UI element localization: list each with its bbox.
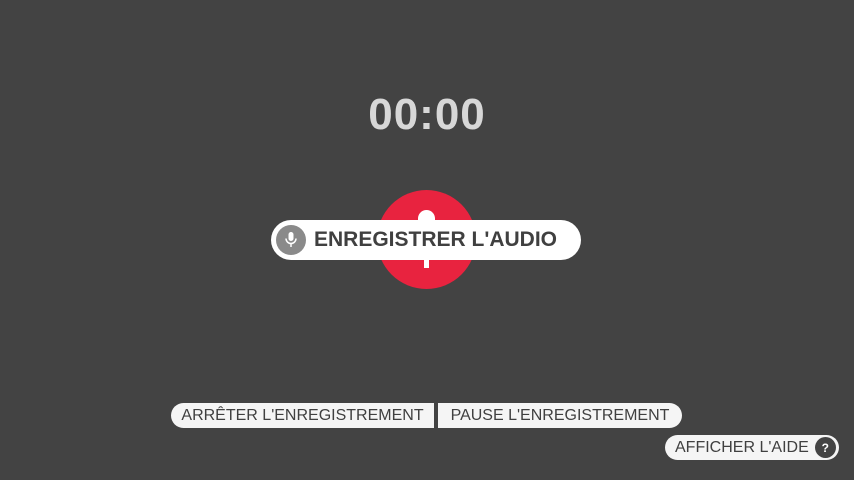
pause-recording-button[interactable]: PAUSE L'ENREGISTREMENT (438, 403, 682, 428)
recording-controls: ARRÊTER L'ENREGISTREMENT PAUSE L'ENREGIS… (171, 403, 682, 428)
show-help-label: AFFICHER L'AIDE (675, 438, 809, 456)
show-help-button[interactable]: AFFICHER L'AIDE ? (665, 435, 839, 460)
record-audio-button[interactable]: ENREGISTRER L'AUDIO (271, 220, 581, 260)
microphone-icon (276, 225, 306, 255)
timer-display: 00:00 (368, 90, 486, 139)
record-audio-label: ENREGISTRER L'AUDIO (314, 228, 558, 251)
help-icon: ? (814, 437, 836, 458)
stop-recording-button[interactable]: ARRÊTER L'ENREGISTREMENT (171, 403, 434, 428)
